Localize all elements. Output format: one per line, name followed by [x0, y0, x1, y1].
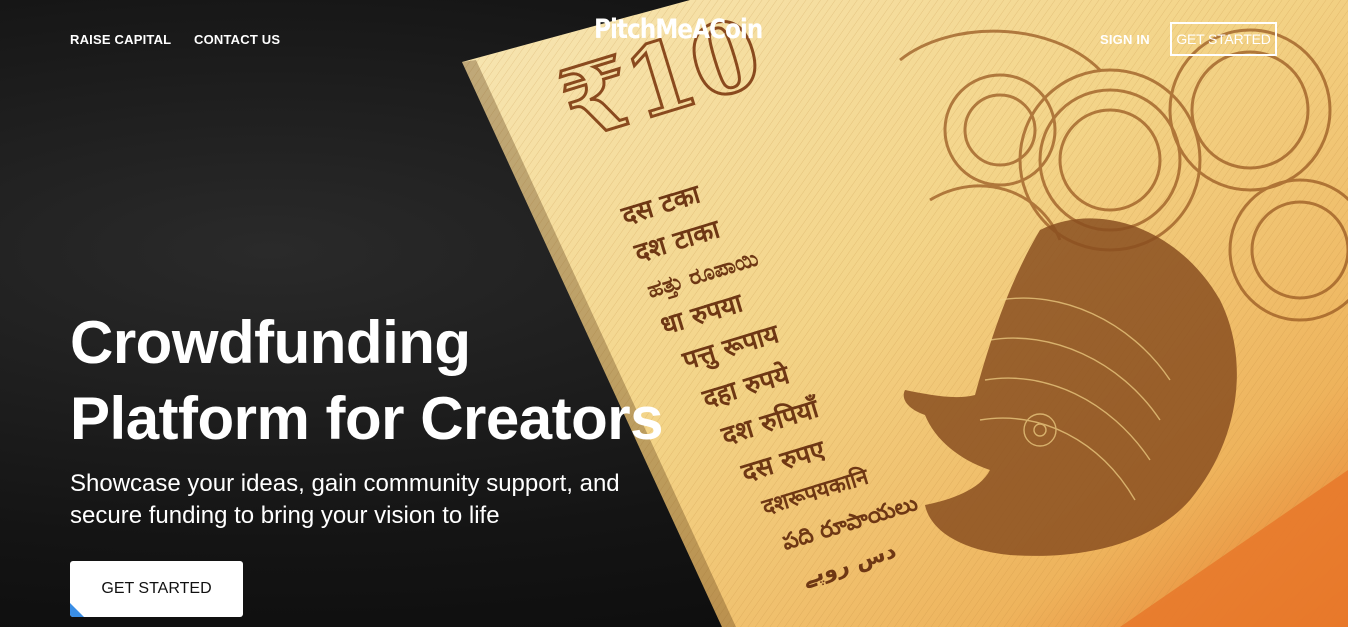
hero-subtitle-line1: Showcase your ideas, gain community supp… [70, 470, 620, 497]
hero-subtitle: Showcase your ideas, gain community supp… [70, 468, 670, 532]
hero-headline-line2: Platform for Creators [70, 385, 663, 452]
hero-headline: Crowdfunding Platform for Creators [70, 305, 750, 457]
hero-get-started-button[interactable]: GET STARTED [70, 561, 243, 617]
brand-logo[interactable]: PitchMeACoin [594, 14, 763, 45]
nav-sign-in-link[interactable]: SIGN IN [1100, 32, 1150, 47]
hero-headline-line1: Crowdfunding [70, 309, 471, 376]
hero-section: ₹10 दस टका दश टाका ಹತ್ತು ರೂಪಾಯಿ धा रुपया… [0, 0, 1348, 627]
nav-get-started-button[interactable]: GET STARTED [1170, 22, 1277, 56]
nav-contact-us-link[interactable]: CONTACT US [194, 32, 280, 47]
nav-raise-capital-link[interactable]: RAISE CAPITAL [70, 32, 171, 47]
corner-accent-icon [70, 603, 84, 617]
top-navigation: RAISE CAPITAL CONTACT US PitchMeACoin SI… [0, 0, 1348, 80]
hero-subtitle-line2: secure funding to bring your vision to l… [70, 502, 500, 529]
hero-cta-label: GET STARTED [101, 580, 212, 597]
